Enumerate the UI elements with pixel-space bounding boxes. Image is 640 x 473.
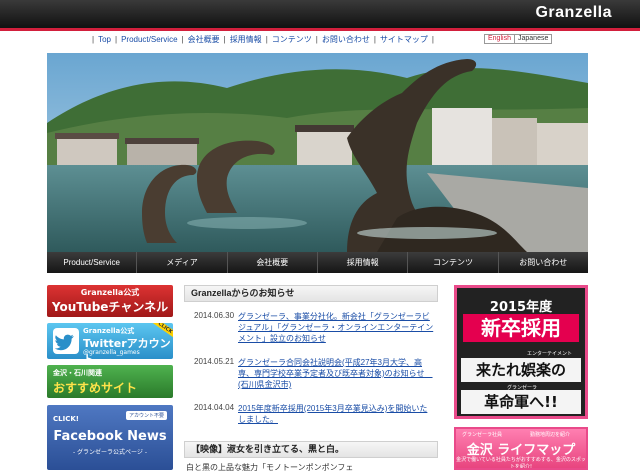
top-nav-recruit[interactable]: 採用情報 bbox=[230, 34, 262, 45]
twitter-handle: @granzella_games bbox=[83, 349, 140, 356]
main-nav-contact[interactable]: お問い合わせ bbox=[499, 252, 588, 273]
recruit-banner[interactable]: 2015年度 新卒採用 エンターテイメント 来たれ娯楽の グランゼーラ 革命軍へ… bbox=[454, 285, 588, 419]
youtube-banner-title: YouTubeチャンネル bbox=[51, 300, 169, 314]
hero-harbor-scene bbox=[47, 53, 588, 252]
lifemap-banner[interactable]: グランゼーラ社員 勤務地周辺を紹介 金沢 ライフマップ 金沢で働いている社員たち… bbox=[454, 427, 588, 470]
main-nav-bar: Product/Service メディア 会社概要 採用情報 コンテンツ お問い… bbox=[47, 252, 588, 273]
recruit-line-1: 来たれ娯楽の bbox=[461, 358, 581, 382]
video-section-text: 白と黒の上品な魅力「モノトーンポンポンフェ bbox=[186, 463, 354, 472]
kanazawa-banner-title: おすすめサイト bbox=[53, 381, 138, 395]
facebook-banner-sub: - グランゼーラ公式ページ - bbox=[72, 449, 148, 456]
main-nav-media[interactable]: メディア bbox=[137, 252, 228, 273]
twitter-bird-icon bbox=[53, 328, 79, 354]
kanazawa-banner-label: 金沢・石川関連 bbox=[53, 369, 102, 377]
top-nav: | Top | Product/Service | 会社概要 | 採用情報 | … bbox=[92, 34, 434, 45]
recruit-ruby-1: エンターテイメント bbox=[527, 351, 573, 357]
youtube-banner[interactable]: Granzella公式 YouTubeチャンネル bbox=[47, 285, 173, 317]
news-date: 2014.04.04 bbox=[194, 403, 235, 412]
recruit-line-2: 革命軍へ!! bbox=[461, 390, 581, 414]
top-nav-contact[interactable]: お問い合わせ bbox=[322, 34, 370, 45]
news-link[interactable]: グランゼーラ合同会社説明会(平成27年3月大学、高専、専門学校卒業予定者及び既卒… bbox=[238, 357, 434, 390]
recruit-main-title: 新卒採用 bbox=[463, 314, 579, 342]
youtube-banner-label: Granzella公式 bbox=[80, 288, 140, 297]
main-nav-product[interactable]: Product/Service bbox=[47, 252, 138, 273]
lifemap-tag-2: 勤務地周辺を紹介 bbox=[530, 432, 571, 438]
news-section: Granzellaからのお知らせ 2014.06.30 グランゼーラ、事業分社化… bbox=[184, 285, 438, 424]
lifemap-sub: 金沢で働いている社員たちがおすすめする、金沢のスポットを紹介! bbox=[456, 457, 586, 470]
top-nav-sitemap[interactable]: サイトマップ bbox=[380, 34, 428, 45]
main-nav-company[interactable]: 会社概要 bbox=[228, 252, 318, 273]
facebook-banner[interactable]: CLICK! アカウント不要 Facebook News - グランゼーラ公式ペ… bbox=[47, 405, 173, 470]
facebook-banner-title: Facebook News bbox=[53, 429, 167, 444]
hero-image bbox=[47, 53, 588, 252]
news-link[interactable]: 2015年度新卒採用(2015年3月卒業見込み)を開始いたしました。 bbox=[238, 403, 434, 425]
news-link[interactable]: グランゼーラ、事業分社化。新会社「グランゼーラビジュアル」「グランゼーラ・オンラ… bbox=[238, 311, 434, 344]
header-accent-line bbox=[0, 28, 640, 31]
news-date: 2014.06.30 bbox=[194, 311, 235, 320]
video-section-title: 【映像】淑女を引き立てる、黒と白。 bbox=[184, 441, 438, 458]
twitter-banner[interactable]: Granzella公式 Twitterアカウント @granzella_game… bbox=[47, 323, 173, 359]
top-header: Granzella bbox=[0, 0, 640, 28]
facebook-no-account-tag: アカウント不要 bbox=[125, 411, 167, 420]
main-nav-contents[interactable]: コンテンツ bbox=[408, 252, 499, 273]
top-nav-company[interactable]: 会社概要 bbox=[188, 34, 220, 45]
news-date: 2014.05.21 bbox=[194, 357, 235, 366]
lifemap-tag-1: グランゼーラ社員 bbox=[462, 432, 503, 438]
lang-japanese-button[interactable]: Japanese bbox=[514, 34, 553, 44]
brand-logo[interactable]: Granzella bbox=[535, 4, 612, 22]
kanazawa-banner[interactable]: 金沢・石川関連 おすすめサイト bbox=[47, 365, 173, 398]
facebook-click-label: CLICK! bbox=[53, 415, 79, 423]
top-nav-top[interactable]: Top bbox=[98, 35, 111, 44]
news-title: Granzellaからのお知らせ bbox=[184, 285, 438, 302]
recruit-year: 2015年度 bbox=[489, 300, 553, 315]
top-nav-contents[interactable]: コンテンツ bbox=[272, 34, 312, 45]
lang-english-button[interactable]: English bbox=[484, 34, 515, 44]
main-nav-recruit[interactable]: 採用情報 bbox=[318, 252, 409, 273]
top-nav-product[interactable]: Product/Service bbox=[121, 35, 177, 44]
